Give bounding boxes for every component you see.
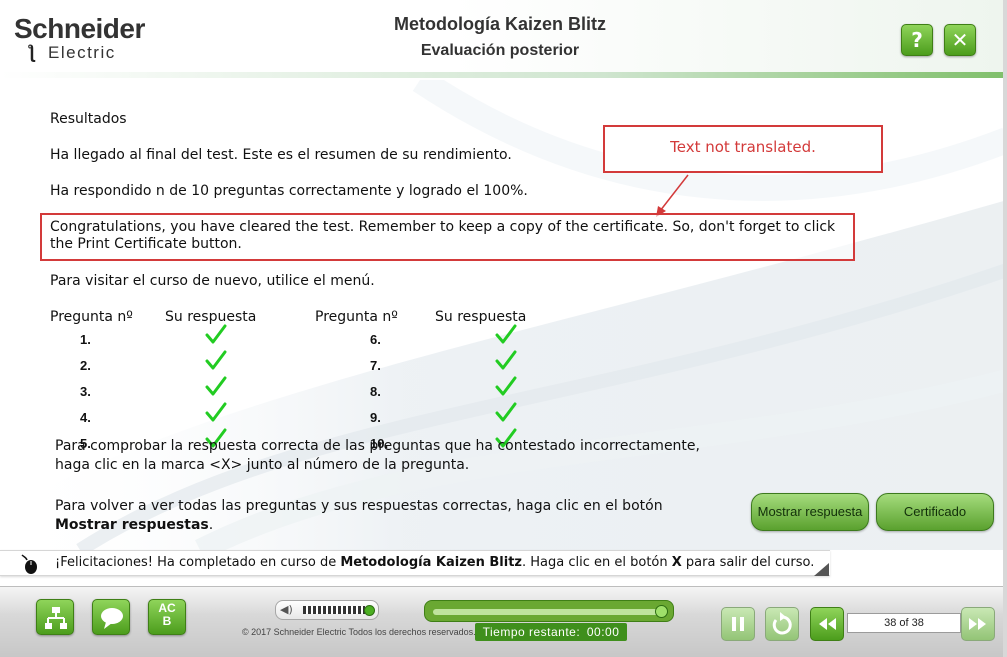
page-indicator: 38 of 38 [847, 613, 961, 633]
correct-check-icon[interactable] [204, 375, 228, 397]
previous-button[interactable] [810, 607, 844, 641]
logo-mark-icon: ƪ [28, 42, 36, 62]
speaker-icon: ◀) [280, 603, 293, 616]
summary-line: Ha llegado al final del test. Este es el… [50, 147, 512, 163]
correct-check-icon[interactable] [204, 401, 228, 423]
question-number[interactable]: 3. [80, 384, 91, 399]
congratulations-message: Congratulations, you have cleared the te… [40, 213, 855, 261]
progress-knob[interactable] [655, 605, 668, 618]
title-block: Metodología Kaizen Blitz Evaluación post… [300, 12, 700, 66]
logo-word-schneider: Schneider [14, 13, 145, 44]
progress-track [433, 609, 665, 615]
schneider-electric-logo: Schneider ƪ Electric [14, 14, 164, 64]
results-heading: Resultados [50, 111, 127, 127]
correct-check-icon[interactable] [494, 375, 518, 397]
help-button[interactable]: ? [901, 24, 933, 56]
next-button[interactable] [961, 607, 995, 641]
show-answers-button[interactable]: Mostrar respuesta [751, 493, 869, 531]
transcript-button[interactable] [92, 599, 130, 635]
question-number[interactable]: 4. [80, 410, 91, 425]
question-number[interactable]: 9. [370, 410, 381, 425]
replay-icon [772, 612, 792, 635]
fast-forward-icon [969, 618, 986, 630]
player-footer: AC B ◀) © 2017 Schneider Electric Todos l… [0, 586, 1007, 657]
glossary-icon: AC B [158, 601, 176, 628]
feedback-bar: ¡Felicitaciones! Ha completado en curso … [0, 550, 830, 576]
mouse-icon [21, 554, 37, 574]
window-right-edge [1003, 0, 1007, 657]
instruction-show-answers: Para volver a ver todas las preguntas y … [55, 498, 663, 533]
copyright-text: © 2017 Schneider Electric Todos los dere… [242, 627, 476, 637]
rewind-icon [819, 618, 836, 630]
pause-icon [732, 617, 744, 631]
sitemap-icon [45, 607, 67, 629]
question-number[interactable]: 8. [370, 384, 381, 399]
screen-title: Evaluación posterior [420, 42, 580, 59]
logo-word-electric: ƪ Electric [28, 42, 116, 62]
correct-check-icon[interactable] [204, 349, 228, 371]
volume-control[interactable]: ◀) [275, 600, 379, 620]
question-number[interactable]: 2. [80, 358, 91, 373]
menu-button[interactable] [36, 599, 74, 635]
pause-button[interactable] [721, 607, 755, 641]
question-number[interactable]: 1. [80, 332, 91, 347]
replay-button[interactable] [765, 607, 799, 641]
annotation-box: Text not translated. [603, 125, 883, 173]
revisit-line: Para visitar el curso de nuevo, utilice … [50, 273, 375, 289]
question-header-right: Pregunta nº [315, 309, 398, 325]
header-accent-stripe [0, 72, 1007, 78]
volume-level-bars [303, 606, 365, 614]
feedback-corner-fold [814, 563, 829, 576]
correct-check-icon[interactable] [494, 323, 518, 345]
correct-check-icon[interactable] [204, 323, 228, 345]
question-header-left: Pregunta nº [50, 309, 133, 325]
close-button[interactable]: ✕ [944, 24, 976, 56]
question-number[interactable]: 7. [370, 358, 381, 373]
correct-check-icon[interactable] [494, 401, 518, 423]
certificate-button[interactable]: Certificado [876, 493, 994, 531]
score-line: Ha respondido n de 10 preguntas correcta… [50, 183, 528, 199]
course-header: Schneider ƪ Electric Metodología Kaizen B… [0, 0, 1007, 78]
course-title: Metodología Kaizen Blitz [393, 14, 606, 34]
speech-bubble-icon [101, 608, 123, 629]
time-remaining: Tiempo restante: 00:00 [475, 623, 627, 641]
instruction-incorrect-answers: Para comprobar la respuesta correcta de … [55, 438, 700, 473]
correct-check-icon[interactable] [494, 349, 518, 371]
glossary-button[interactable]: AC B [148, 599, 186, 635]
results-content: Resultados Ha llegado al final del test.… [0, 80, 1007, 550]
feedback-message: ¡Felicitaciones! Ha completado en curso … [55, 555, 815, 570]
question-number[interactable]: 6. [370, 332, 381, 347]
volume-knob[interactable] [364, 605, 375, 616]
progress-slider[interactable] [424, 600, 674, 622]
